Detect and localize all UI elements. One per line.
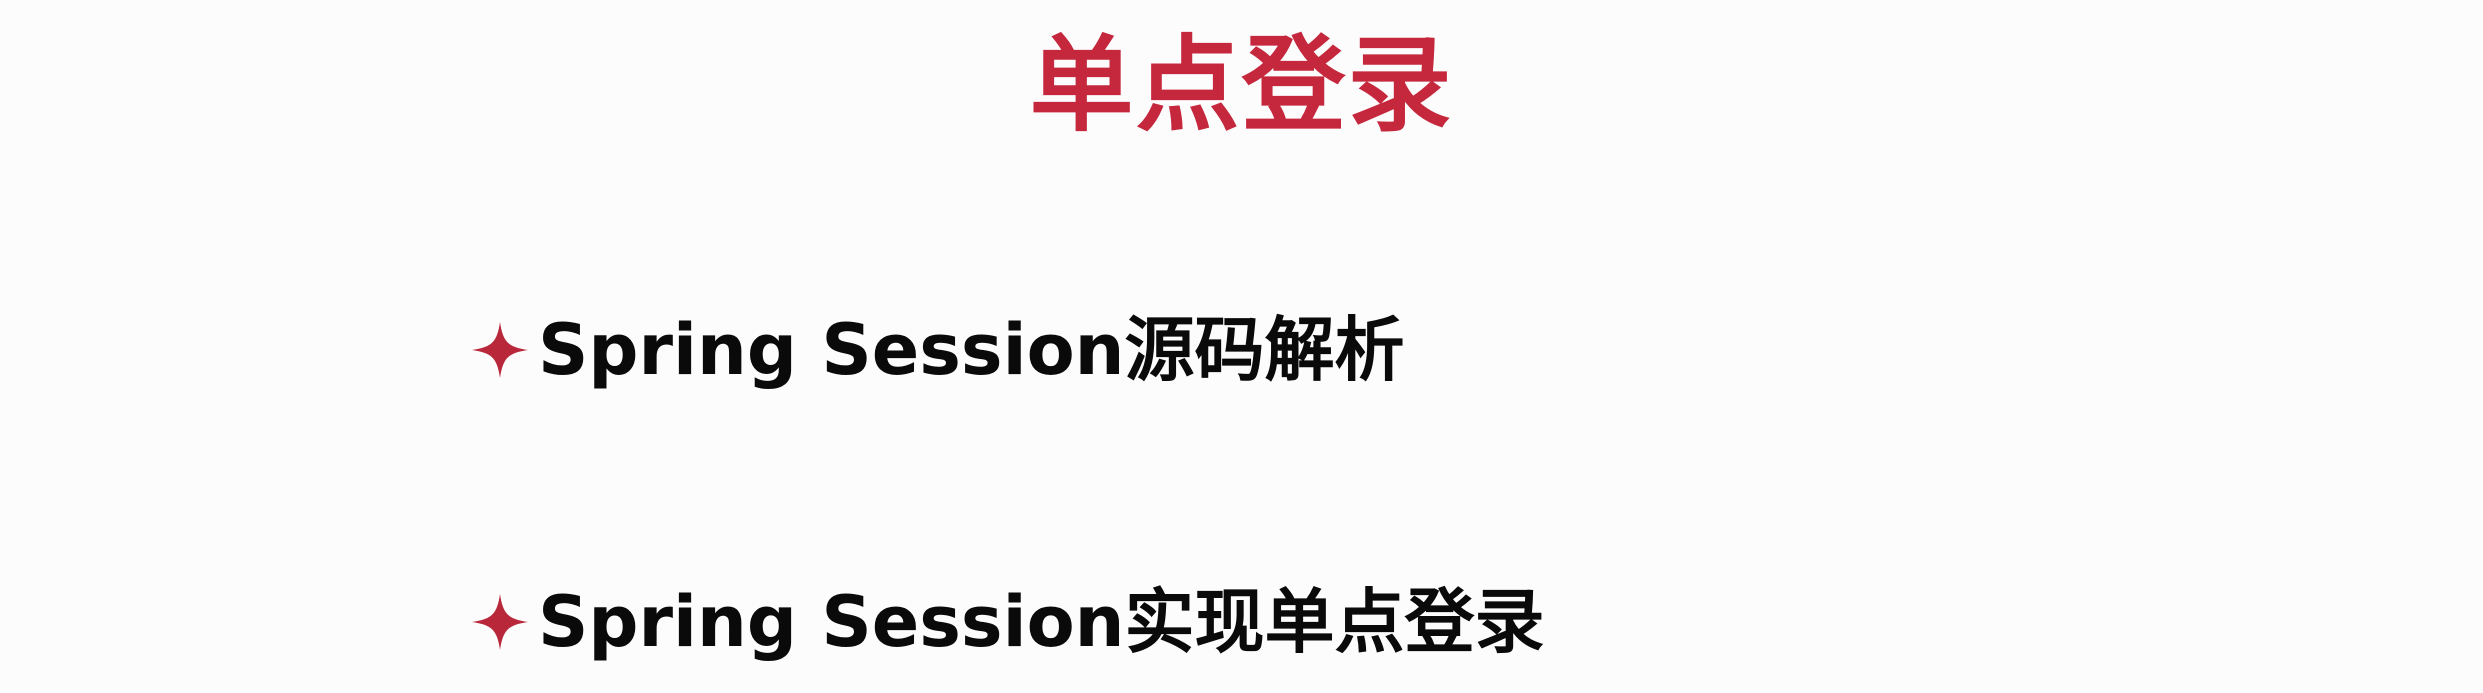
slide-title: 单点登录 <box>1029 24 1454 146</box>
bullet-item: Spring Session实现单点登录 <box>470 572 1545 672</box>
four-point-star-icon <box>472 594 528 650</box>
four-point-star-icon <box>472 322 528 378</box>
bullet-text: Spring Session源码解析 <box>538 309 1405 391</box>
bullet-text: Spring Session实现单点登录 <box>538 581 1545 663</box>
slide: 单点登录 Spring Session源码解析 Spring Session实现… <box>0 0 2483 693</box>
bullet-item: Spring Session源码解析 <box>470 300 1405 400</box>
